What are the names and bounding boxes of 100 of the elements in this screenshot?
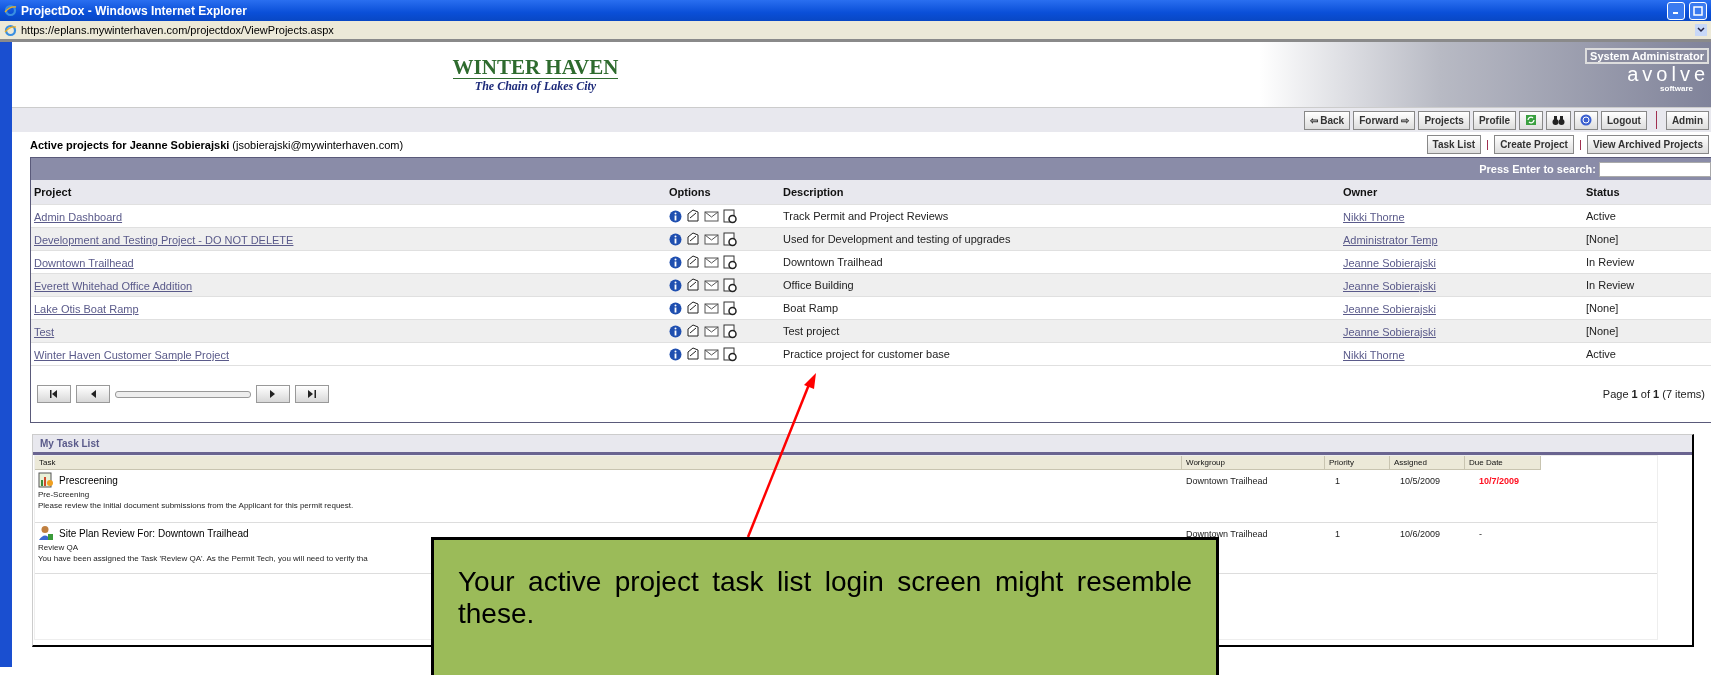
minimize-button[interactable] [1667,1,1685,20]
action-button[interactable]: Create Project [1494,135,1574,154]
status-cell-text: In Review [1586,256,1636,268]
next-page-button[interactable] [256,385,290,403]
nav-button[interactable]: Projects [1418,110,1470,130]
description-cell-text: Track Permit and Project Reviews [783,210,950,222]
column-header[interactable]: Task [35,456,1182,470]
column-header[interactable]: Owner [1343,186,1586,198]
description-cell-text: Used for Development and testing of upgrades [783,233,1012,245]
search-field[interactable] [1599,161,1711,177]
vendor-tagline: software [1660,84,1693,93]
task-name[interactable]: Prescreening [59,474,118,486]
owner-link[interactable]: Nikki Thorne [1343,349,1405,361]
edit-note-icon [686,301,700,315]
envelope-icon [704,233,719,245]
info-icon [669,278,682,292]
description-cell-text: Office Building [783,279,855,291]
task-step: Review QA [38,543,1179,552]
status-cell-text: [None] [1586,233,1620,245]
envelope-icon [704,325,719,337]
logo-tagline: The Chain of Lakes City [474,78,597,94]
column-header[interactable]: Project [34,186,669,198]
info-icon [669,209,682,223]
browser-logo-icon [4,23,17,37]
priority-cell-text: 1 [1334,475,1341,486]
column-header[interactable]: Workgroup [1182,456,1325,470]
task-step: Pre-Screening [38,490,1179,499]
column-header[interactable]: Status [1586,186,1711,198]
due-date-cell-text: - [1478,528,1483,539]
browser-logo-icon [4,4,17,17]
info-icon [669,324,682,338]
action-button[interactable]: View Archived Projects [1586,135,1709,154]
info-icon [669,347,682,361]
column-header[interactable]: Due Date [1465,456,1541,470]
nav-button[interactable]: Admin [1665,110,1709,130]
previous-page-button[interactable] [76,385,110,403]
owner-link[interactable]: Administrator Temp [1343,234,1438,246]
description-cell-text: Boat Ramp [783,302,840,314]
first-page-icon [50,390,58,398]
document-chart-icon [38,472,54,488]
owner-link[interactable]: Jeanne Sobierajski [1343,257,1436,269]
edit-note-icon [686,232,700,246]
status-cell-text: Active [1586,210,1617,222]
project-link[interactable]: Test [34,326,55,338]
status-cell-text: In Review [1586,279,1636,291]
workgroup-cell-text: Downtown Trailhead [1185,475,1269,486]
action-button[interactable]: Task List [1426,135,1482,154]
owner-link[interactable]: Jeanne Sobierajski [1343,326,1436,338]
status-cell-text: Active [1586,348,1617,360]
envelope-icon [704,279,719,291]
nav-button[interactable]: Profile [1472,110,1516,130]
envelope-icon [704,256,719,268]
refresh-icon [1525,114,1537,126]
help-icon [1580,114,1592,126]
project-link[interactable]: Admin Dashboard [34,211,123,223]
last-page-icon [308,390,316,398]
project-link[interactable]: Development and Testing Project - DO NOT DELETE [34,234,294,246]
nav-button[interactable]: Logout [1601,110,1647,130]
project-link[interactable]: Everett Whitehad Office Addition [34,280,193,292]
column-header[interactable]: Options [669,186,783,198]
task-note: You have been assigned the Task 'Review QA'. As the Permit Tech, you will need to verify tha [38,554,369,563]
owner-link[interactable]: Jeanne Sobierajski [1343,303,1436,315]
info-icon [669,232,682,246]
workgroup-cell-text: Downtown Trailhead [1185,528,1269,539]
project-link[interactable]: Downtown Trailhead [34,257,134,269]
address-bar[interactable]: https://eplans.mywinterhaven.com/projectdox/ViewProjects.aspx [0,21,1711,42]
owner-link[interactable]: Jeanne Sobierajski [1343,280,1436,292]
column-header[interactable]: Description [783,186,1343,198]
window-title: ProjectDox - Windows Internet Explorer [21,3,247,18]
person-icon [38,525,54,541]
panel-title: My Task List [33,435,1692,455]
maximize-icon [1693,5,1703,16]
envelope-icon [704,302,719,314]
nav-button[interactable]: ⇦ Back [1303,110,1351,130]
next-page-icon [270,390,276,398]
edit-note-icon [686,209,700,223]
binoculars-icon [1552,114,1565,126]
first-page-button[interactable] [37,385,71,403]
owner-link[interactable]: Nikki Thorne [1343,211,1405,223]
dropdown-chevron-icon [1695,24,1707,36]
column-header[interactable]: Assigned [1390,456,1465,470]
help-button[interactable] [1574,110,1598,130]
assigned-cell-text: 10/6/2009 [1399,528,1442,539]
priority-cell-text: 1 [1334,528,1341,539]
callout-text: Your active project task list login screen might resemble these. [458,566,1192,630]
project-link[interactable]: Winter Haven Customer Sample Project [34,349,229,361]
description-cell-text: Practice project for customer base [783,348,951,360]
maximize-button[interactable] [1689,1,1707,20]
edit-note-icon [686,278,700,292]
nav-button[interactable]: Forward ⇨ [1353,110,1416,130]
envelope-icon [704,210,719,222]
column-header[interactable]: Priority [1325,456,1390,470]
task-name[interactable]: Site Plan Review For: Downtown Trailhead [59,527,249,539]
edit-note-icon [686,324,700,338]
edit-note-icon [686,347,700,361]
search-button[interactable] [1546,110,1571,130]
search-label: Press Enter to search: [1479,163,1596,175]
project-link[interactable]: Lake Otis Boat Ramp [34,303,139,315]
vendor-logo: avolve [1627,64,1709,84]
last-page-button[interactable] [295,385,329,403]
